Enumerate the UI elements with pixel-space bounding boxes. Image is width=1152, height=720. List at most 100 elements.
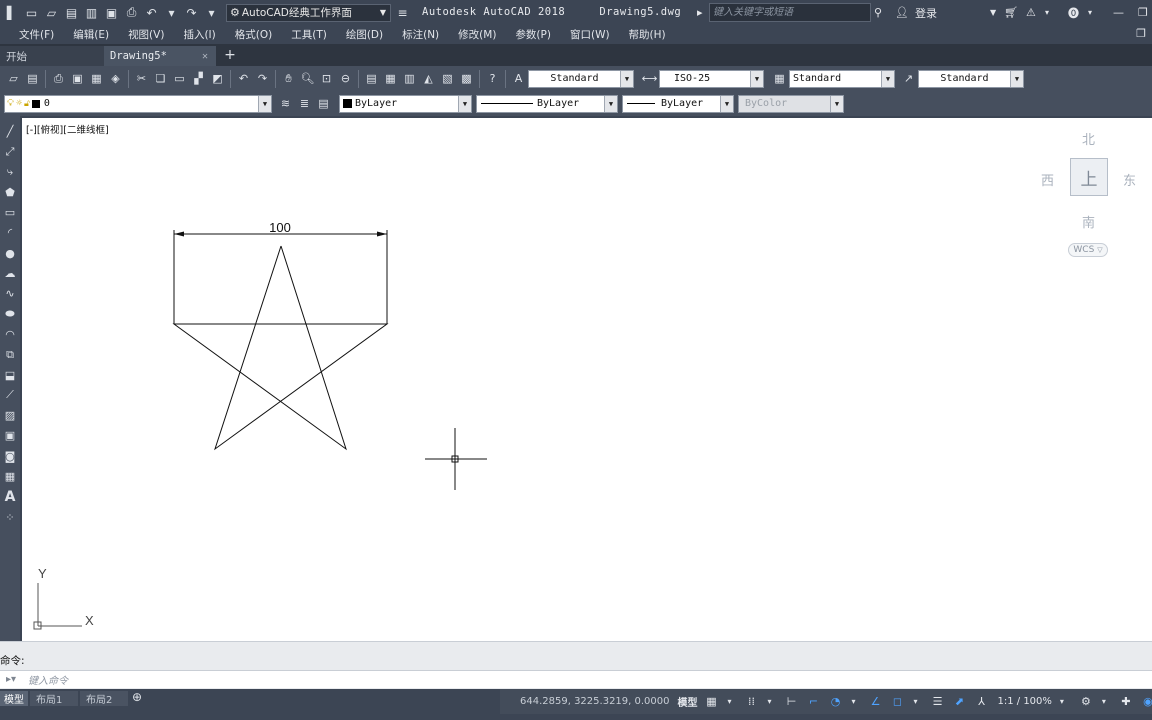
workspace-switch-gear-icon[interactable]: ⚙ <box>1078 694 1094 710</box>
gradient-icon[interactable]: ▣ <box>1 426 20 445</box>
text-style-select[interactable]: Standard ▼ <box>528 69 634 88</box>
add-layout-button[interactable]: ⊕ <box>132 690 142 704</box>
paste-icon[interactable]: ▭ <box>170 69 189 88</box>
dynamic-input-icon[interactable]: ⊢ <box>784 694 800 710</box>
arc-icon[interactable]: ◜ <box>1 223 20 242</box>
table-style-icon[interactable]: ▦ <box>770 69 789 88</box>
minimize-icon[interactable]: — <box>1113 3 1124 22</box>
zoom-realtime-icon[interactable]: 🔍︎ <box>298 69 317 88</box>
login-dropdown-icon[interactable]: ▼ <box>990 3 996 22</box>
redo-dropdown-icon[interactable]: ▾ <box>203 4 220 21</box>
multileader-style-icon[interactable]: ↗ <box>899 69 918 88</box>
markup-icon[interactable]: ▧ <box>438 69 457 88</box>
osnap-dropdown-icon[interactable]: ▾ <box>908 694 924 710</box>
tab-start[interactable]: 开始 <box>0 46 104 66</box>
dimension-text[interactable]: 100 <box>269 220 291 235</box>
menu-tools[interactable]: 工具(T) <box>291 27 327 42</box>
3d-print-icon[interactable]: ◈ <box>106 69 125 88</box>
object-snap-icon[interactable]: ◻ <box>890 694 906 710</box>
workspace-select[interactable]: ⚙ AutoCAD经典工作界面 ▼ <box>226 3 391 22</box>
save-as-icon[interactable]: ▥ <box>83 4 100 21</box>
grid-dropdown-icon[interactable]: ▾ <box>722 694 738 710</box>
sheet-set-icon[interactable]: ◭ <box>419 69 438 88</box>
insert-block-icon[interactable]: ⧉ <box>1 345 20 364</box>
drawing-canvas[interactable]: [-][俯视][二维线框] 100 Y X 北 南 东 西 上 WCS ▽ <box>22 118 1152 641</box>
make-current-layer-icon[interactable]: ≋ <box>276 94 295 113</box>
dim-style-icon[interactable]: ⟷ <box>640 69 659 88</box>
zoom-window-icon[interactable]: ⊡ <box>317 69 336 88</box>
menu-edit[interactable]: 编辑(E) <box>73 27 109 42</box>
tab-layout2[interactable]: 布局2 <box>80 691 128 706</box>
lineweight-icon[interactable]: ☰ <box>930 694 946 710</box>
cut-icon[interactable]: ✂ <box>132 69 151 88</box>
copy-icon[interactable]: ❏ <box>151 69 170 88</box>
text-style-icon[interactable]: A <box>509 69 528 88</box>
layer-select[interactable]: 💡︎ ☼ 🔓︎ 0 ▼ <box>4 94 272 113</box>
menu-insert[interactable]: 插入(I) <box>183 27 215 42</box>
annotation-scale-icon[interactable]: ⅄ <box>974 694 990 710</box>
calculator-icon[interactable]: ▩ <box>457 69 476 88</box>
table-icon[interactable]: ▦ <box>1 467 20 486</box>
menu-draw[interactable]: 绘图(D) <box>346 27 383 42</box>
cart-icon[interactable]: 🛒︎ <box>1004 3 1018 22</box>
star-shape[interactable] <box>172 245 389 451</box>
make-block-icon[interactable]: ⬓ <box>1 366 20 385</box>
rectangle-icon[interactable]: ▭ <box>1 203 20 222</box>
table-style-select[interactable]: Standard ▼ <box>789 69 895 88</box>
save-icon[interactable]: ▤ <box>23 69 42 88</box>
lineweight-select[interactable]: ByLayer ▼ <box>622 94 734 113</box>
properties-icon[interactable]: ▤ <box>362 69 381 88</box>
viewcube-north[interactable]: 北 <box>1082 129 1095 148</box>
expand-icon[interactable]: ▸ <box>697 3 703 22</box>
plot-icon[interactable]: ⎙ <box>49 69 68 88</box>
app-menu-icon[interactable]: ▌ <box>3 4 20 21</box>
isolate-objects-icon[interactable]: ◉ <box>1140 694 1152 710</box>
annotation-monitor-icon[interactable]: ✚ <box>1118 694 1134 710</box>
circle-icon[interactable]: ● <box>1 244 20 263</box>
scale-dropdown-icon[interactable]: ▾ <box>1054 694 1070 710</box>
ellipse-arc-icon[interactable]: ◠ <box>1 325 20 344</box>
plot-icon[interactable]: ▣ <box>103 4 120 21</box>
grid-icon[interactable]: ▦ <box>704 694 720 710</box>
design-center-icon[interactable]: ▦ <box>381 69 400 88</box>
polygon-icon[interactable]: ⬟ <box>1 183 20 202</box>
dim-style-select[interactable]: ISO-25 ▼ <box>659 69 764 88</box>
coordinates-readout[interactable]: 644.2859, 3225.3219, 0.0000 <box>520 696 670 707</box>
viewcube-south[interactable]: 南 <box>1082 212 1095 231</box>
hatch-icon[interactable]: ▨ <box>1 406 20 425</box>
tool-palettes-icon[interactable]: ▥ <box>400 69 419 88</box>
menu-help[interactable]: 帮助(H) <box>629 27 666 42</box>
restore-icon[interactable]: ❐ <box>1138 3 1148 22</box>
layer-previous-icon[interactable]: ≣ <box>295 94 314 113</box>
user-icon[interactable]: 👤︎ <box>895 3 909 22</box>
line-icon[interactable]: ╱ <box>1 122 20 141</box>
a360-dropdown-icon[interactable]: ▾ <box>1045 3 1049 22</box>
a360-icon[interactable]: ⚠︎ <box>1026 3 1036 22</box>
snap-icon[interactable]: ⁞⁞ <box>744 694 760 710</box>
match-properties-icon[interactable]: ▞ <box>189 69 208 88</box>
menu-format[interactable]: 格式(O) <box>235 27 272 42</box>
workspace-dropdown-icon[interactable]: ▾ <box>1096 694 1112 710</box>
multileader-style-select[interactable]: Standard ▼ <box>918 69 1024 88</box>
redo-icon[interactable]: ↷ <box>183 4 200 21</box>
new-file-icon[interactable]: ▭ <box>23 4 40 21</box>
annotation-scale-value[interactable]: 1:1 / 100% <box>998 696 1052 707</box>
menu-window[interactable]: 窗口(W) <box>570 27 610 42</box>
tab-layout1[interactable]: 布局1 <box>30 691 78 706</box>
multiline-text-icon[interactable]: A <box>1 487 20 506</box>
tab-drawing5[interactable]: Drawing5* ✕ <box>104 46 216 66</box>
tab-model[interactable]: 模型 <box>0 691 28 706</box>
command-prompt-icon[interactable]: ▸▾ <box>6 674 16 685</box>
model-space-button[interactable]: 模型 <box>678 694 698 709</box>
add-selected-icon[interactable]: ⁘ <box>1 508 20 527</box>
color-select[interactable]: ByLayer ▼ <box>339 94 472 113</box>
snap-dropdown-icon[interactable]: ▾ <box>762 694 778 710</box>
binoculars-icon[interactable]: ⚲ <box>874 3 882 22</box>
undo-icon[interactable]: ↶ <box>234 69 253 88</box>
viewcube-west[interactable]: 西 <box>1041 170 1054 189</box>
publish-icon[interactable]: ▦ <box>87 69 106 88</box>
ellipse-icon[interactable]: ⬬ <box>1 305 20 324</box>
layer-states-icon[interactable]: ▤ <box>314 94 333 113</box>
menu-parametric[interactable]: 参数(P) <box>515 27 551 42</box>
help-icon[interactable]: ⓿ <box>1068 3 1079 22</box>
